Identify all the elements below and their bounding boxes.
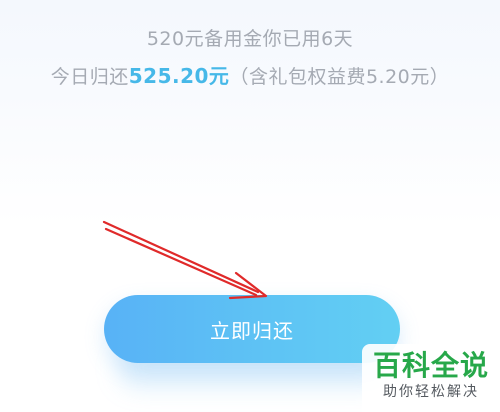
watermark-subtitle: 助你轻松解决 (383, 384, 479, 400)
watermark-title: 百科全说 (372, 349, 489, 382)
watermark-logo: 百科全说 助你轻松解决 (362, 344, 500, 412)
repay-today-label: 今日归还 (50, 66, 129, 88)
gift-fee-note: （含礼包权益费5.20元） (229, 66, 450, 88)
repay-amount: 525.20元 (128, 64, 230, 88)
repay-now-button[interactable]: 立即归还 (104, 295, 400, 363)
repay-now-label: 立即归还 (210, 318, 294, 343)
days-used-text: 520元备用金你已用6天 (146, 28, 354, 50)
repay-today-text: 今日归还525.20元（含礼包权益费5.20元） (0, 60, 500, 89)
